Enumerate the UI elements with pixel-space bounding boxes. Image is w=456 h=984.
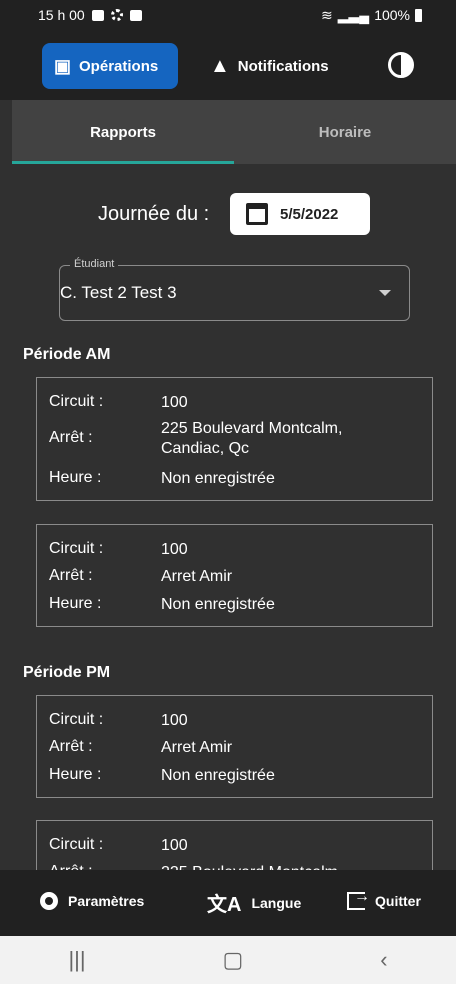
tab-bar: Rapports Horaire [12, 100, 456, 164]
arret-value: Arret Amir [161, 739, 233, 756]
circuit-value: 100 [161, 837, 188, 854]
heure-key: Heure : [49, 595, 102, 612]
circuit-key: Circuit : [49, 836, 104, 853]
heure-value: Non enregistrée [161, 767, 275, 784]
settings-button[interactable]: Paramètres [40, 892, 144, 910]
bus-icon: ▣ [54, 55, 72, 76]
student-select[interactable]: Étudiant C. Test 2 Test 3 [59, 258, 410, 321]
arret-key: Arrêt : [49, 738, 93, 755]
date-label: Journée du : [98, 203, 210, 225]
period-am-title: Période AM [23, 346, 111, 363]
status-time: 15 h 00 [38, 7, 85, 23]
translate-icon: 文A [207, 894, 242, 916]
tab-rapports[interactable]: Rapports [12, 100, 234, 164]
circuit-key: Circuit : [49, 711, 104, 728]
stop-card: Circuit : 100 Arrêt : Arret Amir Heure :… [36, 524, 433, 627]
circuit-key: Circuit : [49, 393, 104, 410]
arret-value: 225 Boulevard Montcalm, Candiac, Qc [161, 420, 343, 457]
stop-card: Circuit : 100 Arrêt : 225 Boulevard Mont… [36, 377, 433, 501]
heure-value: Non enregistrée [161, 596, 275, 613]
notifications-button[interactable]: ▲ Notifications [210, 43, 329, 89]
language-label: Langue [251, 894, 302, 911]
operations-label: Opérations [79, 57, 159, 75]
logout-icon [347, 888, 370, 910]
check-icon [129, 9, 142, 21]
stop-card: Circuit : 100 Arrêt : Arret Amir Heure :… [36, 695, 433, 798]
settings-label: Paramètres [68, 893, 145, 909]
quit-button[interactable]: Quitter [347, 888, 421, 910]
language-button[interactable]: 文A Langue [207, 888, 301, 917]
arret-value: Arret Amir [161, 568, 233, 585]
gear-icon [40, 892, 58, 910]
date-picker-button[interactable]: 5/5/2022 [230, 193, 370, 235]
heure-key: Heure : [49, 766, 102, 783]
battery-icon [415, 8, 422, 22]
quit-label: Quitter [375, 893, 421, 909]
date-row: Journée du : 5/5/2022 [0, 193, 456, 235]
calendar-icon [246, 203, 268, 225]
wifi-icon: ≋ [321, 6, 333, 23]
top-nav: ▣ Opérations ▲ Notifications [0, 30, 456, 100]
battery-level: 100% [374, 7, 410, 23]
signal-icon: ▂▃▄ [337, 6, 370, 23]
circuit-value: 100 [161, 541, 188, 558]
contrast-icon[interactable] [388, 52, 414, 78]
period-pm-title: Période PM [23, 664, 111, 681]
tab-horaire[interactable]: Horaire [234, 100, 456, 164]
heure-key: Heure : [49, 469, 102, 486]
recent-apps-icon[interactable]: ||| [68, 947, 85, 973]
circuit-value: 100 [161, 394, 188, 411]
bottom-bar: Paramètres 文A Langue Quitter [0, 870, 456, 936]
heure-value: Non enregistrée [161, 470, 275, 487]
arret-key: Arrêt : [49, 429, 93, 446]
settings-status-icon [110, 9, 123, 21]
home-icon[interactable]: ▢ [223, 947, 244, 973]
date-value: 5/5/2022 [280, 205, 339, 223]
system-nav-bar: ||| ▢ ‹ [0, 936, 456, 984]
chevron-down-icon [379, 290, 391, 296]
arret-key: Arrêt : [49, 567, 93, 584]
student-value: C. Test 2 Test 3 [60, 283, 177, 302]
status-bar: 15 h 00 ≋ ▂▃▄ 100% [0, 0, 456, 30]
bell-icon: ▲ [210, 54, 230, 77]
back-icon[interactable]: ‹ [380, 947, 387, 973]
notifications-label: Notifications [237, 57, 329, 75]
tab-indicator [12, 161, 234, 164]
circuit-value: 100 [161, 712, 188, 729]
operations-button[interactable]: ▣ Opérations [42, 43, 178, 89]
student-label: Étudiant [70, 258, 119, 270]
gallery-icon [91, 9, 104, 21]
circuit-key: Circuit : [49, 540, 104, 557]
